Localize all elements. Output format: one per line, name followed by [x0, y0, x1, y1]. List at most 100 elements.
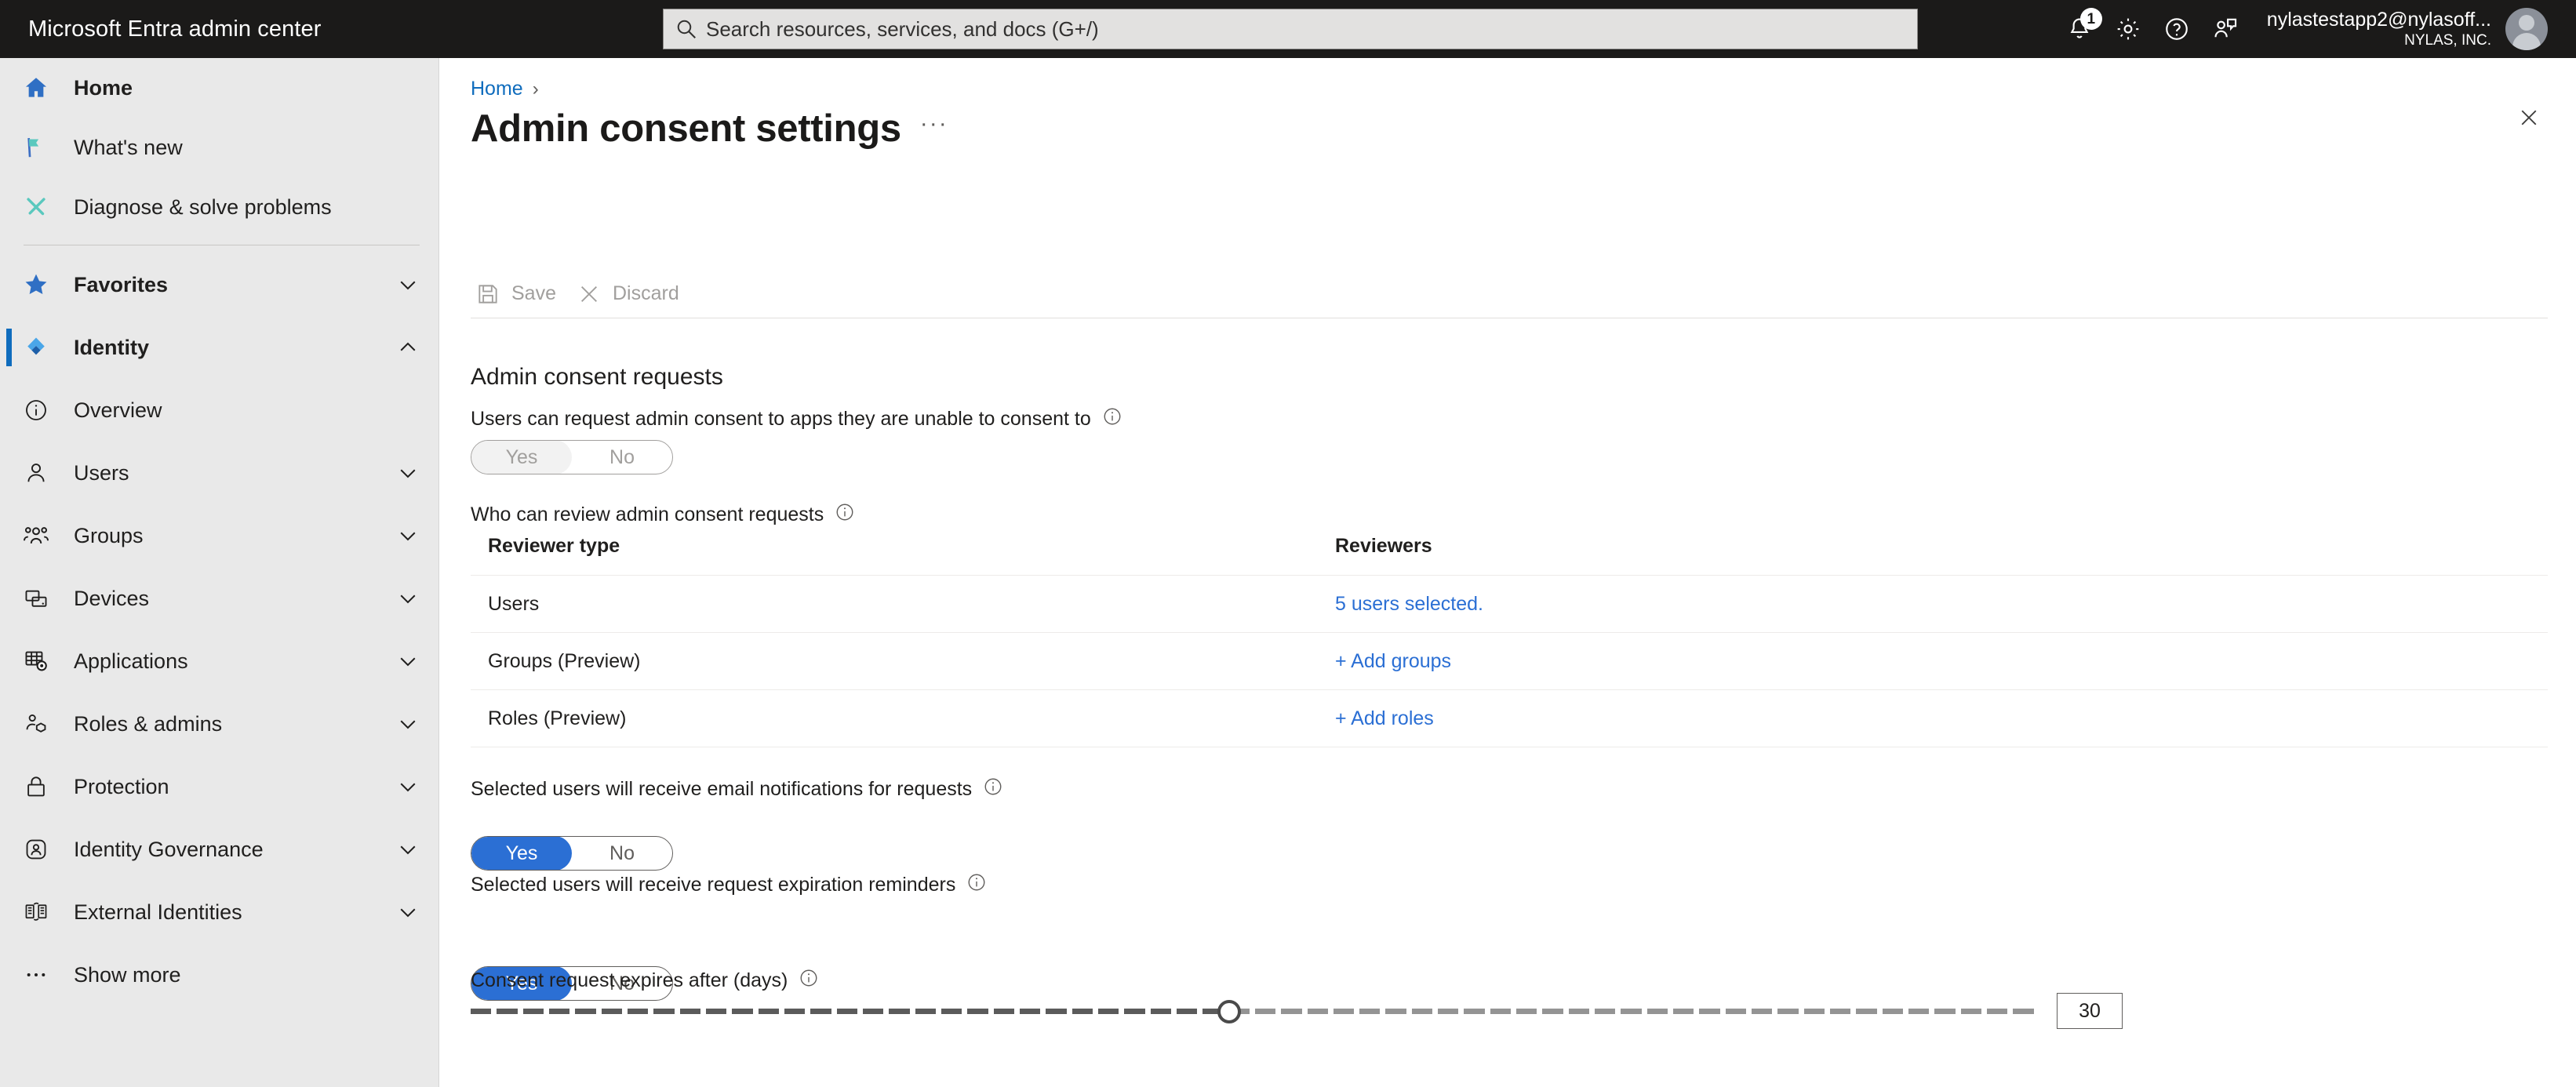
slider-thumb[interactable]	[1217, 1000, 1241, 1023]
avatar[interactable]	[2505, 8, 2548, 50]
sidebar-item-identity[interactable]: Identity	[0, 316, 438, 379]
label-who-can-review: Who can review admin consent requests	[471, 502, 855, 528]
slider-segment	[967, 1009, 988, 1014]
notifications-button[interactable]: 1	[2055, 0, 2104, 58]
slider-segment	[1621, 1009, 1642, 1014]
chevron-up-icon[interactable]	[395, 334, 421, 361]
slider-segment	[471, 1009, 492, 1014]
toggle-users-can-request[interactable]: Yes No	[471, 440, 673, 474]
chevron-down-icon[interactable]	[395, 585, 421, 612]
devices-icon	[17, 586, 55, 611]
label-expiration-reminders: Selected users will receive request expi…	[471, 872, 987, 898]
cell-reviewers: + Add groups	[1318, 632, 2548, 690]
slider-segment	[1673, 1009, 1694, 1014]
discard-button[interactable]: Discard	[572, 274, 695, 314]
save-button[interactable]: Save	[471, 274, 572, 314]
slider-segment	[601, 1009, 622, 1014]
governance-icon	[17, 837, 55, 862]
table-row: Roles (Preview) + Add roles	[471, 689, 2548, 747]
sidebar-item-label: What's new	[74, 135, 183, 159]
sidebar-item-label: Diagnose & solve problems	[74, 194, 332, 219]
slider-segment	[1464, 1009, 1485, 1014]
left-sidebar-navigation: Home What's new Diagnose & solve problem…	[0, 58, 439, 1087]
sidebar-item-external-identities[interactable]: External Identities	[0, 881, 438, 943]
slider-segment	[1960, 1009, 1982, 1014]
close-blade-button[interactable]	[2507, 97, 2551, 141]
account-info[interactable]: nylastestapp2@nylasoff... NYLAS, INC.	[2267, 0, 2491, 58]
settings-button[interactable]	[2104, 0, 2152, 58]
sidebar-item-identity-governance[interactable]: Identity Governance	[0, 818, 438, 881]
add-groups-link[interactable]: + Add groups	[1335, 650, 1451, 672]
slider-track[interactable]	[471, 1009, 2039, 1014]
expires-after-slider[interactable]	[471, 995, 2039, 1027]
more-actions-button[interactable]: ···	[920, 111, 948, 147]
feedback-button[interactable]	[2201, 0, 2250, 58]
sidebar-item-applications[interactable]: Applications	[0, 630, 438, 693]
toggle-option-yes[interactable]: Yes	[471, 441, 572, 474]
info-icon[interactable]	[983, 776, 1003, 802]
sidebar-item-users[interactable]: Users	[0, 442, 438, 504]
sidebar-item-label: External Identities	[74, 900, 242, 924]
slider-segment	[653, 1009, 675, 1014]
info-icon[interactable]	[799, 968, 819, 994]
chevron-down-icon[interactable]	[395, 271, 421, 298]
sidebar-item-whats-new[interactable]: What's new	[0, 118, 438, 177]
slider-segment	[497, 1009, 518, 1014]
sidebar-item-roles-admins[interactable]: Roles & admins	[0, 693, 438, 755]
info-icon[interactable]	[966, 872, 987, 898]
page-title: Admin consent settings	[471, 107, 901, 150]
column-header-reviewer-type: Reviewer type	[471, 535, 1318, 576]
sidebar-item-diagnose-solve-problems[interactable]: Diagnose & solve problems	[0, 177, 438, 237]
star-icon	[17, 271, 55, 298]
discard-label: Discard	[612, 282, 679, 304]
slider-segment	[1333, 1009, 1355, 1014]
search-placeholder-text: Search resources, services, and docs (G+…	[706, 16, 1099, 41]
sidebar-item-protection[interactable]: Protection	[0, 755, 438, 818]
toggle-option-yes[interactable]: Yes	[471, 837, 572, 870]
chevron-down-icon[interactable]	[395, 836, 421, 863]
slider-segment	[548, 1009, 570, 1014]
toggle-option-no[interactable]: No	[572, 837, 672, 870]
sidebar-item-overview[interactable]: Overview	[0, 379, 438, 442]
global-search-box[interactable]: Search resources, services, and docs (G+…	[663, 9, 1918, 49]
sidebar-item-label: Applications	[74, 649, 188, 673]
expires-after-value-box[interactable]: 30	[2057, 993, 2123, 1029]
slider-segment	[1019, 1009, 1041, 1014]
breadcrumb-home-link[interactable]: Home	[471, 78, 523, 100]
add-roles-link[interactable]: + Add roles	[1335, 707, 1434, 729]
reviewers-table-wrapper: Reviewer type Reviewers Users 5 users se…	[471, 535, 2548, 747]
help-button[interactable]	[2152, 0, 2201, 58]
sidebar-item-groups[interactable]: Groups	[0, 504, 438, 567]
sidebar-item-show-more[interactable]: Show more	[0, 943, 438, 1006]
chevron-down-icon[interactable]	[395, 899, 421, 925]
slider-segment	[1385, 1009, 1406, 1014]
chevron-down-icon[interactable]	[395, 648, 421, 674]
toggle-option-no[interactable]: No	[572, 441, 672, 474]
info-icon[interactable]	[835, 502, 855, 528]
slider-segment	[1856, 1009, 1877, 1014]
applications-grid-icon	[17, 649, 55, 674]
users-selected-link[interactable]: 5 users selected.	[1335, 593, 1483, 615]
slider-segment	[784, 1009, 806, 1014]
sidebar-item-favorites[interactable]: Favorites	[0, 253, 438, 316]
chevron-down-icon[interactable]	[395, 773, 421, 800]
sidebar-item-home[interactable]: Home	[0, 58, 438, 118]
avatar-body	[2512, 33, 2541, 50]
info-icon[interactable]	[1102, 406, 1122, 432]
chevron-down-icon[interactable]	[395, 522, 421, 549]
app-brand-title: Microsoft Entra admin center	[28, 16, 322, 42]
search-icon	[675, 17, 698, 41]
slider-segment	[1254, 1009, 1276, 1014]
toggle-email-notifications[interactable]: Yes No	[471, 836, 673, 871]
slider-segment	[705, 1009, 727, 1014]
top-navigation-bar: Microsoft Entra admin center Search reso…	[0, 0, 2576, 58]
table-row: Users 5 users selected.	[471, 575, 2548, 633]
sidebar-item-devices[interactable]: Devices	[0, 567, 438, 630]
save-floppy-icon	[475, 282, 500, 307]
save-label: Save	[511, 282, 556, 304]
chevron-down-icon[interactable]	[395, 711, 421, 737]
slider-segment	[1281, 1009, 1302, 1014]
chevron-down-icon[interactable]	[395, 460, 421, 486]
sidebar-item-label: Home	[74, 75, 133, 100]
slider-segment	[889, 1009, 910, 1014]
